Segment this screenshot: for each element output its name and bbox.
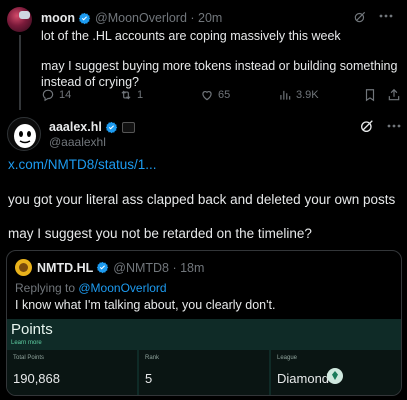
reply-count: 14 bbox=[59, 89, 72, 101]
more-icon[interactable] bbox=[387, 124, 401, 128]
main-post-text: you got your literal ass clapped back an… bbox=[8, 191, 403, 259]
points-title: Points bbox=[11, 321, 53, 338]
learn-more-link[interactable]: Learn more bbox=[11, 340, 42, 346]
avatar[interactable] bbox=[7, 117, 41, 151]
main-paragraph-1: you got your literal ass clapped back an… bbox=[8, 192, 396, 207]
replying-handle[interactable]: @MoonOverlord bbox=[78, 281, 166, 295]
replying-prefix: Replying to bbox=[15, 281, 79, 295]
like-count: 65 bbox=[218, 89, 231, 101]
league-card: League Diamond bbox=[271, 350, 401, 395]
diamond-league-icon bbox=[327, 368, 343, 384]
reply-button[interactable]: 14 bbox=[41, 88, 71, 102]
action-bar: 14 1 65 3.9K bbox=[35, 88, 405, 104]
bookmark-button[interactable] bbox=[363, 88, 377, 102]
grok-icon[interactable] bbox=[359, 118, 375, 134]
status-link[interactable]: x.com/NMTD8/status/1... bbox=[8, 157, 157, 172]
reply-icon bbox=[42, 89, 54, 102]
main-paragraph-2: may I suggest you not be retarded on the… bbox=[8, 226, 312, 241]
rank-label: Rank bbox=[145, 355, 160, 361]
rank-card: Rank 5 bbox=[139, 350, 269, 395]
author-name[interactable]: NMTD.HL bbox=[37, 261, 93, 275]
points-card[interactable]: Points Learn more Total Points 190,868 R… bbox=[7, 319, 401, 395]
grok-icon[interactable] bbox=[353, 10, 367, 24]
like-icon bbox=[202, 91, 212, 101]
quoted-post-header: NMTD.HL @NMTD8 · 18m bbox=[37, 259, 204, 276]
views-button[interactable]: 3.9K bbox=[278, 88, 319, 102]
parent-post[interactable]: moon @MoonOverlord · 20m lot of the .HL … bbox=[0, 0, 407, 110]
affiliate-badge-icon[interactable] bbox=[121, 121, 135, 133]
parent-post-header: moon @MoonOverlord · 20m bbox=[41, 10, 397, 26]
avatar[interactable] bbox=[7, 7, 32, 32]
parent-line-2: may I suggest buying more tokens instead… bbox=[41, 59, 398, 89]
handle-time[interactable]: @MoonOverlord · 20m bbox=[95, 11, 222, 25]
thread-line bbox=[19, 35, 21, 110]
author-name[interactable]: aaalex.hl bbox=[49, 120, 102, 134]
repost-icon bbox=[121, 90, 131, 100]
replying-to: Replying to @MoonOverlord bbox=[15, 281, 167, 295]
parent-line-1: lot of the .HL accounts are coping massi… bbox=[41, 29, 341, 43]
verified-icon bbox=[78, 12, 91, 24]
share-icon bbox=[388, 88, 400, 101]
handle-time[interactable]: @NMTD8 · 18m bbox=[113, 261, 204, 275]
avatar[interactable] bbox=[15, 259, 32, 276]
quoted-post[interactable]: NMTD.HL @NMTD8 · 18m Replying to @MoonOv… bbox=[6, 250, 402, 396]
league-label: League bbox=[277, 355, 298, 361]
share-button[interactable] bbox=[387, 88, 401, 102]
verified-icon bbox=[97, 261, 109, 274]
main-post-header: aaalex.hl bbox=[49, 119, 135, 135]
views-count: 3.9K bbox=[296, 89, 319, 101]
more-icon[interactable] bbox=[379, 14, 393, 18]
total-points-value: 190,868 bbox=[13, 371, 60, 386]
rank-value: 5 bbox=[145, 371, 153, 386]
total-points-label: Total Points bbox=[13, 355, 45, 361]
bookmark-icon bbox=[365, 89, 375, 102]
repost-button[interactable]: 1 bbox=[119, 88, 143, 102]
handle[interactable]: @aaalexhl bbox=[49, 135, 106, 149]
repost-count: 1 bbox=[137, 89, 144, 101]
quoted-post-text: I know what I'm talking about, you clear… bbox=[15, 298, 276, 312]
views-icon bbox=[280, 90, 291, 100]
like-button[interactable]: 65 bbox=[200, 88, 230, 102]
total-points-card: Total Points 190,868 bbox=[7, 350, 137, 395]
avatar-face-icon bbox=[14, 124, 36, 148]
author-name[interactable]: moon bbox=[41, 11, 75, 25]
league-value: Diamond bbox=[277, 371, 330, 386]
verified-icon bbox=[105, 121, 118, 133]
